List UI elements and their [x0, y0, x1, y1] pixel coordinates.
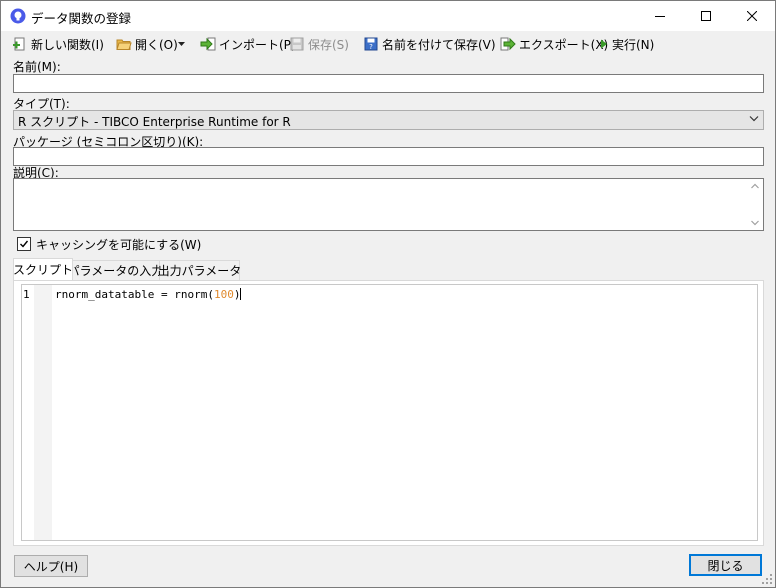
close-icon	[747, 11, 757, 21]
run-play-icon	[599, 36, 609, 52]
close-window-button[interactable]	[729, 1, 775, 31]
save-as-icon: ?	[363, 36, 379, 52]
help-button-label: ヘルプ(H)	[23, 559, 79, 574]
code-number-literal: 100	[213, 288, 234, 301]
save-as-button[interactable]: ? 名前を付けて保存(V)	[363, 35, 496, 53]
help-button[interactable]: ヘルプ(H)	[14, 555, 88, 577]
open-button[interactable]: 開く(O)	[116, 35, 178, 53]
code-line[interactable]: rnorm_datatable = rnorm(100)	[55, 288, 242, 301]
description-scrollbar[interactable]	[747, 179, 763, 230]
tab-output-parameters[interactable]: 出力パラメータ	[157, 260, 242, 280]
run-label: 実行(N)	[612, 37, 655, 52]
import-arrow-icon	[200, 36, 216, 52]
toolbar: 新しい関数(I) 開く(O) インポート(P) 保存(S) ? 名前を付けて保存…	[1, 33, 775, 55]
tab-input-parameters[interactable]: パラメータの入力	[68, 260, 163, 280]
new-function-button[interactable]: 新しい関数(I)	[12, 35, 104, 53]
minimize-button[interactable]	[637, 1, 683, 31]
checkmark-icon	[20, 240, 29, 248]
open-dropdown-button[interactable]	[178, 35, 185, 53]
type-select[interactable]: R スクリプト - TIBCO Enterprise Runtime for R	[13, 110, 764, 130]
close-button-label: 閉じる	[707, 558, 744, 573]
dropdown-arrow-icon	[178, 42, 185, 46]
name-input[interactable]	[13, 74, 764, 93]
window-title: データ関数の登録	[31, 11, 132, 26]
code-close-paren: )	[233, 288, 241, 301]
lightbulb-app-icon	[10, 8, 26, 24]
line-number: 1	[23, 288, 30, 301]
import-button[interactable]: インポート(P)	[200, 35, 296, 53]
new-function-label: 新しい関数(I)	[31, 37, 104, 52]
title-bar[interactable]: データ関数の登録	[1, 1, 775, 31]
maximize-icon	[701, 11, 711, 21]
import-label: インポート(P)	[219, 37, 296, 52]
caching-checkbox[interactable]: キャッシングを可能にする(W)	[17, 237, 202, 252]
export-label: エクスポート(X)	[519, 37, 609, 52]
type-select-value: R スクリプト - TIBCO Enterprise Runtime for R	[18, 115, 291, 129]
description-textarea[interactable]	[13, 178, 764, 231]
packages-input[interactable]	[13, 147, 764, 166]
open-label: 開く(O)	[135, 37, 178, 52]
run-button[interactable]: 実行(N)	[599, 35, 654, 53]
line-number-gutter: 1	[22, 285, 34, 540]
register-data-function-dialog: データ関数の登録 新しい関数(I) 開く(O) インポート(P) 保存(S) ?…	[0, 0, 776, 588]
folder-open-icon	[116, 36, 132, 52]
tab-script[interactable]: スクリプト	[13, 258, 73, 280]
checkbox-box[interactable]	[17, 237, 31, 251]
resize-grip-icon[interactable]	[762, 574, 773, 585]
svg-text:?: ?	[369, 43, 373, 51]
code-text: rnorm_datatable = rnorm(	[55, 288, 214, 301]
close-button[interactable]: 閉じる	[689, 554, 762, 576]
minimize-icon	[655, 16, 665, 17]
text-caret	[240, 288, 242, 300]
export-button[interactable]: エクスポート(X)	[500, 35, 608, 53]
fold-margin	[34, 285, 52, 540]
script-editor[interactable]: 1 rnorm_datatable = rnorm(100)	[21, 284, 758, 541]
save-button[interactable]: 保存(S)	[289, 35, 349, 53]
save-disk-icon	[289, 36, 305, 52]
new-document-icon	[12, 36, 28, 52]
maximize-button[interactable]	[683, 1, 729, 31]
script-tab-panel: 1 rnorm_datatable = rnorm(100)	[13, 280, 764, 546]
tab-output-parameters-label: 出力パラメータ	[157, 264, 242, 278]
caching-label: キャッシングを可能にする(W)	[36, 237, 202, 252]
export-arrow-icon	[500, 36, 516, 52]
chevron-down-icon	[749, 116, 759, 122]
save-as-label: 名前を付けて保存(V)	[382, 37, 496, 52]
tab-script-label: スクリプト	[13, 263, 74, 277]
tab-input-parameters-label: パラメータの入力	[67, 264, 164, 278]
scroll-arrows-icon	[751, 183, 759, 226]
name-label: 名前(M):	[13, 60, 61, 74]
save-label: 保存(S)	[308, 37, 349, 52]
